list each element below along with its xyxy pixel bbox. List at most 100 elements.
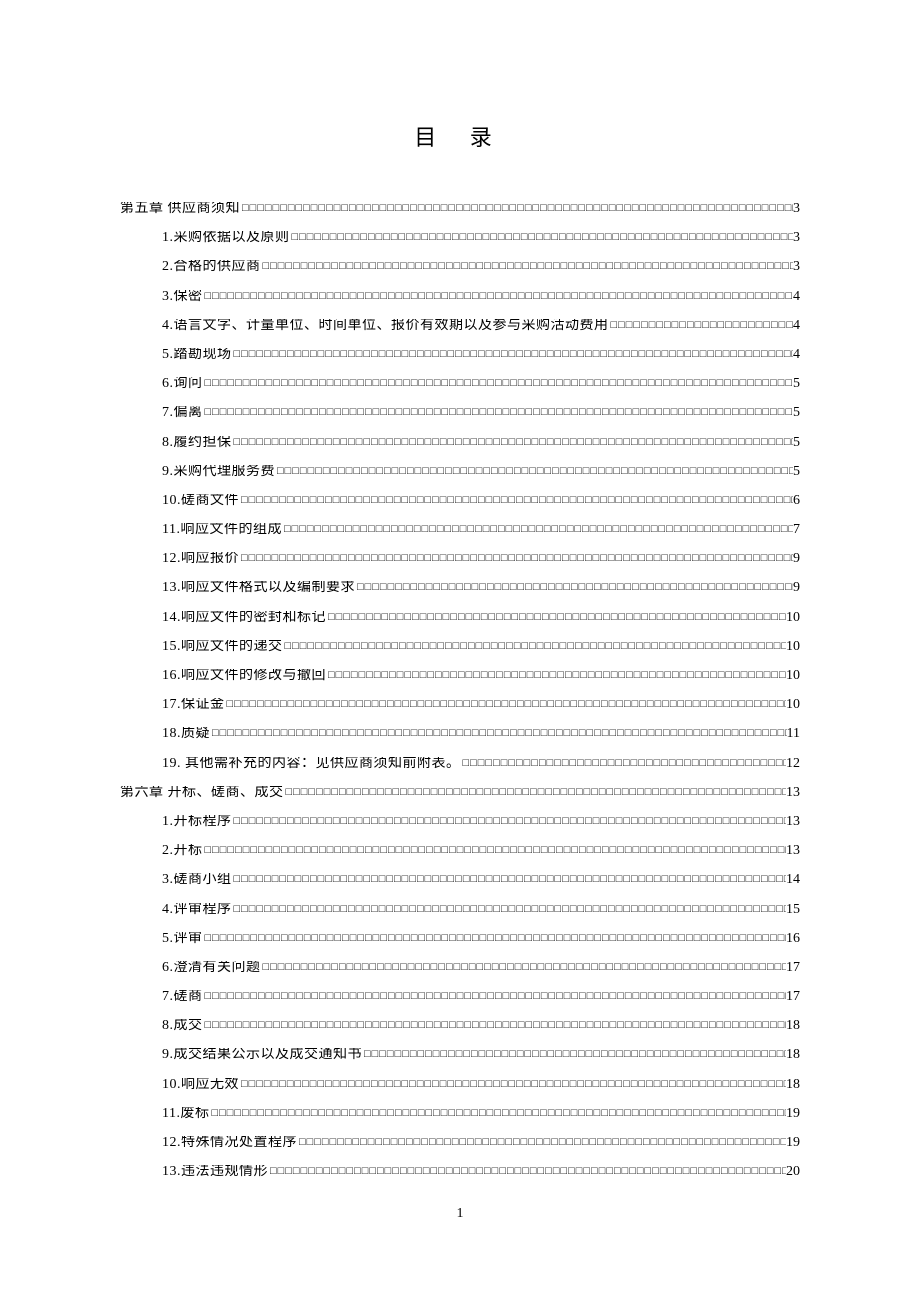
toc-entry-label: 2.开标 <box>162 844 203 858</box>
toc-entry: 13.违法违规情形□□□□□□□□□□□□□□□□□□□□□□□□□□□□□□□… <box>120 1165 800 1181</box>
toc-leader: □□□□□□□□□□□□□□□□□□□□□□□□□□□□□□□□□□□□□□□□… <box>268 1166 786 1177</box>
toc-entry-label: 10.响应无效 <box>162 1078 239 1092</box>
toc-entry-label: 6.澄清有关问题 <box>162 961 261 975</box>
toc-leader: □□□□□□□□□□□□□□□□□□□□□□□□□□□□□□□□□□□□□□□□… <box>203 933 787 944</box>
toc-leader: □□□□□□□□□□□□□□□□□□□□□□□□□□□□□□□□□□□□□□□□… <box>355 582 793 593</box>
toc-entry-label: 9.采购代理服务费 <box>162 465 275 479</box>
toc-entry-page: 14 <box>786 873 800 887</box>
toc-entry: 18.质疑□□□□□□□□□□□□□□□□□□□□□□□□□□□□□□□□□□□… <box>120 727 800 743</box>
toc-entry: 4.语言文字、计量单位、时间单位、报价有效期以及参与采购活动费用□□□□□□□□… <box>120 319 800 335</box>
toc-leader: □□□□□□□□□□□□□□□□□□□□□□□□□□□□□□□□□□□□□□□□… <box>239 1079 786 1090</box>
toc-entry-label: 12.响应报价 <box>162 552 239 566</box>
toc-entry-page: 9 <box>793 552 800 566</box>
toc-entry: 4.评审程序□□□□□□□□□□□□□□□□□□□□□□□□□□□□□□□□□□… <box>120 903 800 919</box>
toc-entry-page: 20 <box>786 1165 800 1179</box>
toc-entry: 17.保证金□□□□□□□□□□□□□□□□□□□□□□□□□□□□□□□□□□… <box>120 698 800 714</box>
toc-leader: □□□□□□□□□□□□□□□□□□□□□□□□□□□□□□□□□□□□□□□□… <box>232 816 787 827</box>
toc-entry-label: 15.响应文件的递交 <box>162 640 283 654</box>
toc-entry: 8.成交□□□□□□□□□□□□□□□□□□□□□□□□□□□□□□□□□□□□… <box>120 1019 800 1035</box>
toc-entry-page: 17 <box>786 961 800 975</box>
toc-entry-label: 11.响应文件的组成 <box>162 523 282 537</box>
toc-entry-page: 18 <box>786 1019 800 1033</box>
toc-leader: □□□□□□□□□□□□□□□□□□□□□□□□□□□□□□□□□□□□□□□□… <box>232 874 787 885</box>
toc-entry-label: 6.询问 <box>162 377 203 391</box>
toc-entry-label: 11.废标 <box>162 1107 209 1121</box>
toc-entry-label: 8.履约担保 <box>162 436 232 450</box>
toc-entry: 9.采购代理服务费□□□□□□□□□□□□□□□□□□□□□□□□□□□□□□□… <box>120 465 800 481</box>
toc-entry: 7.偏离□□□□□□□□□□□□□□□□□□□□□□□□□□□□□□□□□□□□… <box>120 406 800 422</box>
toc-entry: 12.响应报价□□□□□□□□□□□□□□□□□□□□□□□□□□□□□□□□□… <box>120 552 800 568</box>
toc-title: 目 录 <box>120 120 800 152</box>
toc-entry-page: 17 <box>786 990 800 1004</box>
toc-entry-page: 18 <box>786 1078 800 1092</box>
toc-entry-page: 16 <box>786 932 800 946</box>
toc-entry-page: 19 <box>786 1136 800 1150</box>
toc-entry: 1.开标程序□□□□□□□□□□□□□□□□□□□□□□□□□□□□□□□□□□… <box>120 815 800 831</box>
toc-entry: 9.成交结果公示以及成交通知书□□□□□□□□□□□□□□□□□□□□□□□□□… <box>120 1048 800 1064</box>
toc-entry: 11.废标□□□□□□□□□□□□□□□□□□□□□□□□□□□□□□□□□□□… <box>120 1107 800 1123</box>
toc-leader: □□□□□□□□□□□□□□□□□□□□□□□□□□□□□□□□□□□□□□□□… <box>203 291 794 302</box>
toc-leader: □□□□□□□□□□□□□□□□□□□□□□□□□□□□□□□□□□□□□□□□… <box>461 758 787 769</box>
toc-entry-page: 7 <box>793 523 800 537</box>
toc-entry-label: 4.语言文字、计量单位、时间单位、报价有效期以及参与采购活动费用 <box>162 319 609 333</box>
toc-entry: 6.澄清有关问题□□□□□□□□□□□□□□□□□□□□□□□□□□□□□□□□… <box>120 961 800 977</box>
toc-entry-page: 10 <box>786 669 800 683</box>
toc-entry: 第六章 开标、磋商、成交□□□□□□□□□□□□□□□□□□□□□□□□□□□□… <box>120 786 800 802</box>
toc-entry: 10.磋商文件□□□□□□□□□□□□□□□□□□□□□□□□□□□□□□□□□… <box>120 494 800 510</box>
toc-entry-label: 14.响应文件的密封和标记 <box>162 611 326 625</box>
toc-entry-label: 12.特殊情况处置程序 <box>162 1136 297 1150</box>
toc-entry: 第五章 供应商须知□□□□□□□□□□□□□□□□□□□□□□□□□□□□□□□… <box>120 202 800 218</box>
toc-entry-label: 16.响应文件的修改与撤回 <box>162 669 326 683</box>
toc-leader: □□□□□□□□□□□□□□□□□□□□□□□□□□□□□□□□□□□□□□□□… <box>284 787 787 798</box>
toc-entry: 12.特殊情况处置程序□□□□□□□□□□□□□□□□□□□□□□□□□□□□□… <box>120 1136 800 1152</box>
toc-entry: 5.评审□□□□□□□□□□□□□□□□□□□□□□□□□□□□□□□□□□□□… <box>120 932 800 948</box>
toc-entry-label: 第五章 供应商须知 <box>120 202 240 216</box>
toc-leader: □□□□□□□□□□□□□□□□□□□□□□□□□□□□□□□□□□□□□□□□… <box>326 670 786 681</box>
toc-entry-page: 6 <box>793 494 800 508</box>
toc-leader: □□□□□□□□□□□□□□□□□□□□□□□□□□□□□□□□□□□□□□□□… <box>203 407 794 418</box>
toc-entry-page: 13 <box>786 786 800 800</box>
table-of-contents: 第五章 供应商须知□□□□□□□□□□□□□□□□□□□□□□□□□□□□□□□… <box>120 202 800 1181</box>
toc-entry: 2.开标□□□□□□□□□□□□□□□□□□□□□□□□□□□□□□□□□□□□… <box>120 844 800 860</box>
page-number: 1 <box>0 1206 920 1222</box>
toc-entry-label: 3.磋商小组 <box>162 873 232 887</box>
toc-entry-page: 3 <box>793 260 800 274</box>
toc-entry-page: 5 <box>793 377 800 391</box>
toc-leader: □□□□□□□□□□□□□□□□□□□□□□□□□□□□□□□□□□□□□□□□… <box>283 641 787 652</box>
toc-leader: □□□□□□□□□□□□□□□□□□□□□□□□□□□□□□□□□□□□□□□□… <box>362 1049 786 1060</box>
toc-entry-page: 4 <box>793 319 800 333</box>
toc-entry-page: 19 <box>786 1107 800 1121</box>
toc-entry-page: 13 <box>786 844 800 858</box>
toc-leader: □□□□□□□□□□□□□□□□□□□□□□□□□□□□□□□□□□□□□□□□… <box>290 232 794 243</box>
toc-entry-page: 3 <box>793 231 800 245</box>
toc-entry-label: 4.评审程序 <box>162 903 232 917</box>
toc-leader: □□□□□□□□□□□□□□□□□□□□□□□□□□□□□□□□□□□□□□□□… <box>297 1137 786 1148</box>
toc-entry-label: 7.磋商 <box>162 990 203 1004</box>
toc-entry-label: 第六章 开标、磋商、成交 <box>120 786 284 800</box>
toc-entry-label: 8.成交 <box>162 1019 203 1033</box>
toc-leader: □□□□□□□□□□□□□□□□□□□□□□□□□□□□□□□□□□□□□□□□… <box>209 1108 786 1119</box>
toc-entry-page: 5 <box>793 406 800 420</box>
toc-entry: 3.磋商小组□□□□□□□□□□□□□□□□□□□□□□□□□□□□□□□□□□… <box>120 873 800 889</box>
toc-entry-page: 9 <box>793 581 800 595</box>
toc-entry-page: 15 <box>786 903 800 917</box>
toc-entry-label: 9.成交结果公示以及成交通知书 <box>162 1048 362 1062</box>
toc-entry-label: 17.保证金 <box>162 698 225 712</box>
toc-entry: 8.履约担保□□□□□□□□□□□□□□□□□□□□□□□□□□□□□□□□□□… <box>120 436 800 452</box>
toc-entry-page: 4 <box>793 290 800 304</box>
toc-entry: 13.响应文件格式以及编制要求□□□□□□□□□□□□□□□□□□□□□□□□□… <box>120 581 800 597</box>
toc-entry-page: 10 <box>786 611 800 625</box>
toc-entry-page: 4 <box>793 348 800 362</box>
toc-entry: 6.询问□□□□□□□□□□□□□□□□□□□□□□□□□□□□□□□□□□□□… <box>120 377 800 393</box>
toc-entry-page: 10 <box>786 640 800 654</box>
toc-entry: 19. 其他需补充的内容：见供应商须知前附表。□□□□□□□□□□□□□□□□□… <box>120 757 800 773</box>
toc-entry: 3.保密□□□□□□□□□□□□□□□□□□□□□□□□□□□□□□□□□□□□… <box>120 290 800 306</box>
toc-entry-label: 2.合格的供应商 <box>162 260 261 274</box>
toc-entry-page: 3 <box>793 202 800 216</box>
toc-leader: □□□□□□□□□□□□□□□□□□□□□□□□□□□□□□□□□□□□□□□□… <box>282 524 793 535</box>
toc-entry: 11.响应文件的组成□□□□□□□□□□□□□□□□□□□□□□□□□□□□□□… <box>120 523 800 539</box>
toc-leader: □□□□□□□□□□□□□□□□□□□□□□□□□□□□□□□□□□□□□□□□… <box>239 553 793 564</box>
toc-leader: □□□□□□□□□□□□□□□□□□□□□□□□□□□□□□□□□□□□□□□□… <box>240 203 793 214</box>
toc-leader: □□□□□□□□□□□□□□□□□□□□□□□□□□□□□□□□□□□□□□□□… <box>239 495 793 506</box>
toc-leader: □□□□□□□□□□□□□□□□□□□□□□□□□□□□□□□□□□□□□□□□… <box>203 991 787 1002</box>
